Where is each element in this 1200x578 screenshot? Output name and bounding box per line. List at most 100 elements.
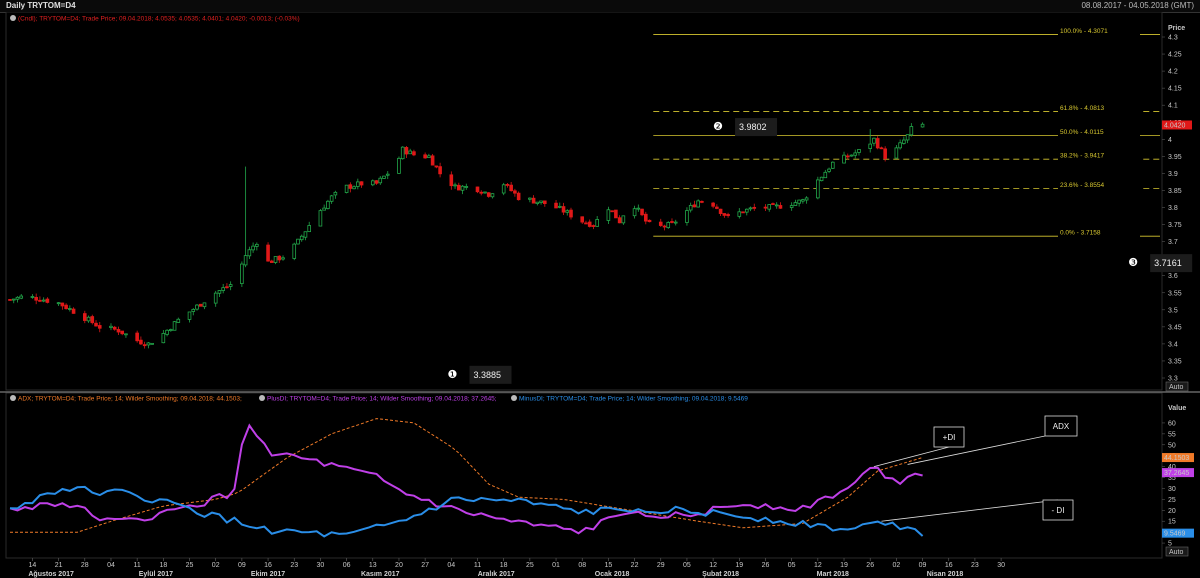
candle-body[interactable] bbox=[255, 243, 259, 247]
candle-body[interactable] bbox=[427, 155, 431, 159]
candle-body[interactable] bbox=[909, 126, 914, 136]
candle-body[interactable] bbox=[857, 149, 861, 153]
candle-body[interactable] bbox=[94, 322, 98, 327]
candle-body[interactable] bbox=[400, 146, 405, 160]
candle-body[interactable] bbox=[273, 256, 278, 263]
candle-body[interactable] bbox=[528, 197, 532, 200]
candle-body[interactable] bbox=[430, 155, 435, 166]
candle-body[interactable] bbox=[531, 197, 536, 204]
candle-body[interactable] bbox=[90, 316, 95, 324]
candle-body[interactable] bbox=[875, 138, 880, 149]
candle-body[interactable] bbox=[329, 195, 334, 202]
candle-body[interactable] bbox=[217, 290, 222, 294]
candle-body[interactable] bbox=[356, 181, 360, 187]
candle-body[interactable] bbox=[842, 154, 846, 164]
candle-body[interactable] bbox=[621, 215, 626, 224]
candle-body[interactable] bbox=[30, 296, 35, 298]
candle-body[interactable] bbox=[225, 286, 229, 289]
candle-body[interactable] bbox=[97, 325, 102, 329]
candle-body[interactable] bbox=[879, 147, 884, 150]
candle-body[interactable] bbox=[584, 222, 588, 225]
candle-body[interactable] bbox=[595, 219, 599, 227]
candle-body[interactable] bbox=[486, 192, 491, 197]
candle-body[interactable] bbox=[647, 219, 652, 223]
price-auto-button[interactable]: Auto bbox=[1165, 381, 1189, 392]
candle-body[interactable] bbox=[281, 257, 285, 260]
candle-body[interactable] bbox=[763, 206, 768, 209]
candle-body[interactable] bbox=[692, 204, 697, 208]
minusdi-settings-icon[interactable] bbox=[511, 395, 517, 401]
candle-body[interactable] bbox=[905, 134, 910, 141]
candle-body[interactable] bbox=[819, 176, 824, 182]
chart-canvas[interactable]: (Cndl); TRYTOM=D4; Trade Price; 09.04.20… bbox=[0, 12, 1200, 578]
candle-body[interactable] bbox=[460, 185, 465, 191]
candle-body[interactable] bbox=[423, 154, 427, 159]
candle-body[interactable] bbox=[688, 205, 693, 211]
candle-body[interactable] bbox=[266, 244, 270, 262]
candle-body[interactable] bbox=[535, 201, 540, 204]
candle-body[interactable] bbox=[801, 199, 805, 202]
candle-body[interactable] bbox=[34, 296, 38, 301]
candle-body[interactable] bbox=[816, 179, 820, 199]
candle-body[interactable] bbox=[41, 299, 46, 302]
candle-body[interactable] bbox=[64, 304, 68, 310]
candle-body[interactable] bbox=[752, 206, 757, 209]
candle-body[interactable] bbox=[610, 210, 614, 213]
candle-body[interactable] bbox=[475, 186, 480, 193]
candle-body[interactable] bbox=[251, 245, 255, 251]
candle-body[interactable] bbox=[187, 311, 192, 320]
candle-body[interactable] bbox=[404, 147, 409, 155]
candle-body[interactable] bbox=[737, 211, 742, 217]
candle-body[interactable] bbox=[789, 205, 794, 208]
candle-body[interactable] bbox=[464, 186, 469, 188]
candle-body[interactable] bbox=[658, 221, 663, 226]
candle-body[interactable] bbox=[243, 255, 248, 266]
candle-body[interactable] bbox=[554, 202, 558, 209]
candle-body[interactable] bbox=[11, 298, 16, 301]
plusdi-settings-icon[interactable] bbox=[259, 395, 265, 401]
candle-body[interactable] bbox=[673, 221, 678, 224]
candle-body[interactable] bbox=[374, 180, 379, 184]
candle-body[interactable] bbox=[849, 154, 854, 157]
candle-body[interactable] bbox=[191, 309, 196, 312]
candle-body[interactable] bbox=[771, 203, 775, 205]
candle-body[interactable] bbox=[722, 213, 727, 216]
candle-body[interactable] bbox=[359, 181, 364, 186]
candle-body[interactable] bbox=[269, 260, 274, 263]
candle-body[interactable] bbox=[617, 217, 622, 224]
candle-body[interactable] bbox=[19, 295, 24, 299]
candle-body[interactable] bbox=[793, 202, 798, 206]
candle-body[interactable] bbox=[804, 197, 809, 201]
candle-body[interactable] bbox=[150, 342, 154, 345]
candle-body[interactable] bbox=[60, 302, 65, 307]
candle-body[interactable] bbox=[71, 308, 76, 314]
candle-body[interactable] bbox=[38, 299, 42, 302]
candle-body[interactable] bbox=[920, 123, 925, 128]
candle-body[interactable] bbox=[831, 161, 835, 169]
candle-body[interactable] bbox=[385, 173, 390, 176]
candle-body[interactable] bbox=[569, 209, 573, 218]
candle-body[interactable] bbox=[198, 303, 203, 307]
candle-body[interactable] bbox=[169, 329, 173, 331]
indicator-panel[interactable] bbox=[5, 392, 1163, 559]
candle-body[interactable] bbox=[202, 302, 207, 308]
adx-settings-icon[interactable] bbox=[10, 395, 16, 401]
candle-body[interactable] bbox=[902, 139, 906, 144]
candle-body[interactable] bbox=[348, 184, 353, 189]
candle-body[interactable] bbox=[823, 171, 828, 179]
candle-body[interactable] bbox=[767, 204, 772, 210]
candle-body[interactable] bbox=[483, 191, 487, 194]
candle-body[interactable] bbox=[614, 209, 618, 219]
candle-body[interactable] bbox=[326, 200, 330, 209]
candle-body[interactable] bbox=[685, 210, 689, 223]
candle-body[interactable] bbox=[744, 208, 749, 213]
candle-body[interactable] bbox=[894, 147, 899, 159]
candle-body[interactable] bbox=[741, 211, 745, 214]
candle-body[interactable] bbox=[352, 186, 356, 190]
candle-body[interactable] bbox=[449, 174, 454, 187]
candle-body[interactable] bbox=[247, 249, 252, 257]
candle-body[interactable] bbox=[142, 344, 147, 347]
candle-body[interactable] bbox=[543, 200, 547, 204]
candle-body[interactable] bbox=[670, 221, 674, 223]
candle-body[interactable] bbox=[176, 318, 181, 323]
